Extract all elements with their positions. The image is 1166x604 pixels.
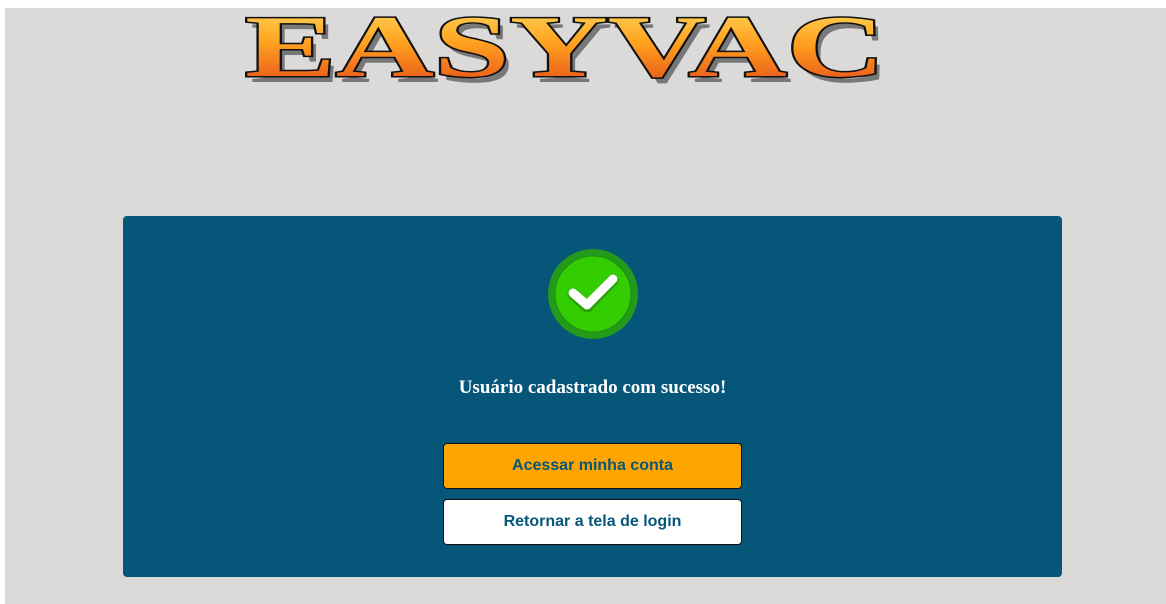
page-background: EASYVAC EASYVAC Usuário cadastrado com s… xyxy=(5,8,1166,604)
access-account-button[interactable]: Acessar minha conta xyxy=(443,443,742,489)
easyvac-logo: EASYVAC EASYVAC xyxy=(235,8,895,92)
success-message: Usuário cadastrado com sucesso! xyxy=(458,377,727,398)
logo-text: EASYVAC xyxy=(245,8,885,92)
easyvac-logo-graphic: EASYVAC EASYVAC xyxy=(244,8,891,92)
check-circle-icon xyxy=(546,247,640,341)
success-card: Usuário cadastrado com sucesso! Acessar … xyxy=(123,216,1062,577)
back-to-login-button[interactable]: Retornar a tela de login xyxy=(443,499,742,545)
